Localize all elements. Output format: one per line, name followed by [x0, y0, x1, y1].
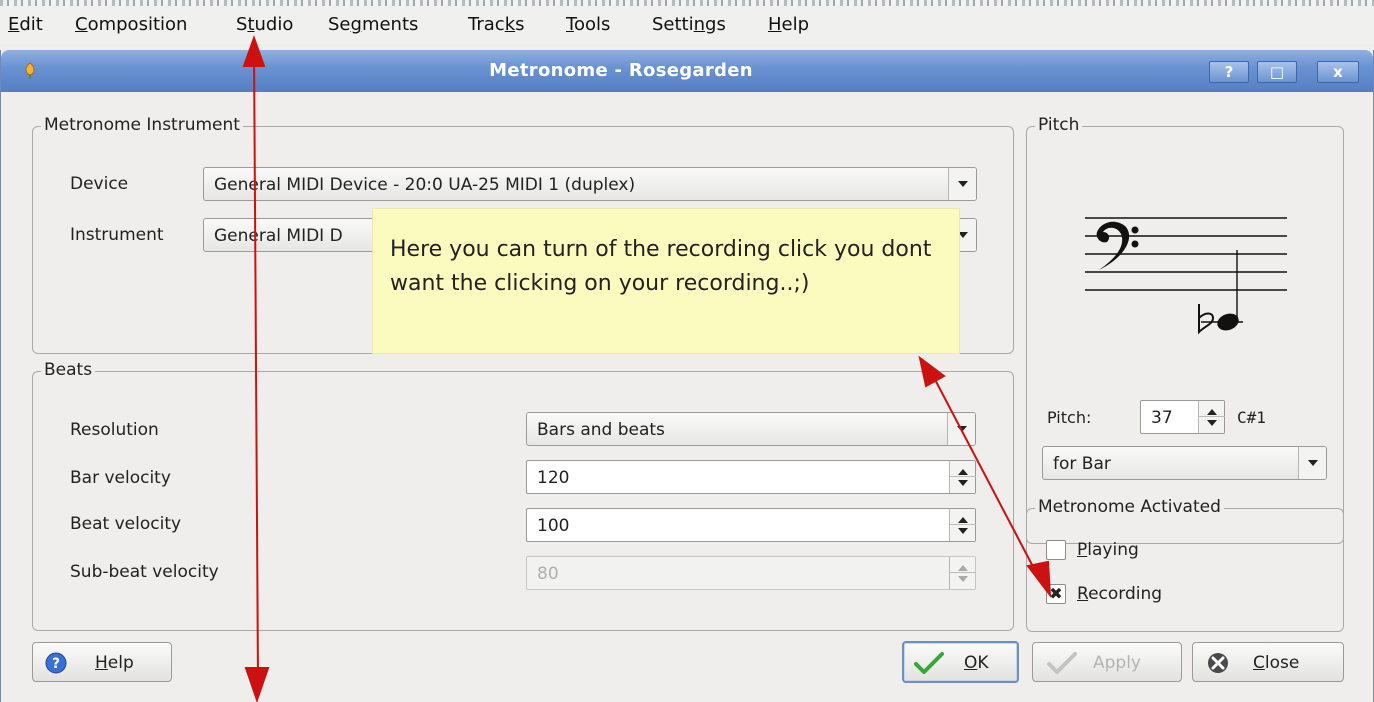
arrow-up-icon	[242, 35, 266, 67]
arrow-down-icon	[244, 667, 270, 702]
annotation-arrows	[242, 35, 1052, 702]
arrow-up-left-icon	[918, 355, 946, 388]
vertical-arrow-line	[253, 47, 259, 681]
arrow-down-right-icon	[1026, 560, 1052, 599]
diagonal-arrow-line	[929, 369, 1041, 581]
